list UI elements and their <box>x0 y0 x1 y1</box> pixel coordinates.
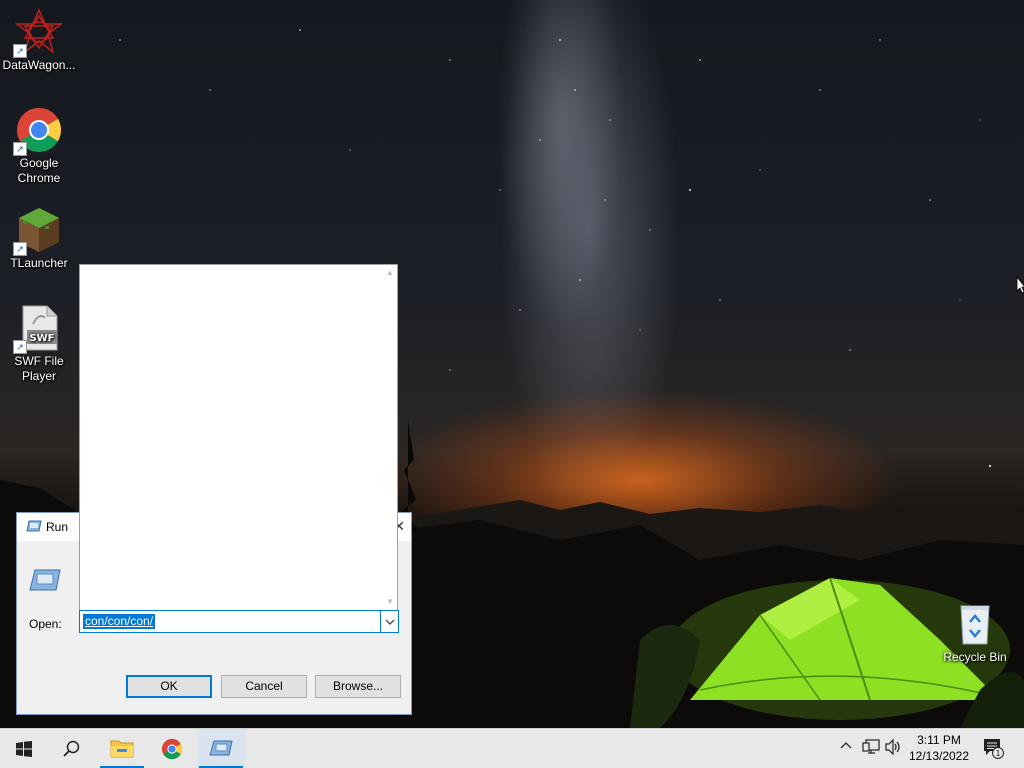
browse-button[interactable]: Browse... <box>315 675 401 698</box>
chevron-down-icon[interactable] <box>380 611 398 632</box>
desktop-icon-swf-file-player[interactable]: SWF ↗ SWF File Player <box>0 304 78 384</box>
shortcut-arrow-icon: ↗ <box>13 340 27 354</box>
chevron-up-icon <box>840 742 852 749</box>
swf-badge-text: SWF <box>29 333 54 344</box>
desktop-icon-label: TLauncher <box>10 256 68 270</box>
search-icon <box>63 740 80 757</box>
volume-icon[interactable] <box>884 738 902 758</box>
desktop-icon-label: Google <box>19 156 59 170</box>
notification-count: 1 <box>995 749 1000 758</box>
desktop-icon-label-line2: Chrome <box>17 171 61 185</box>
taskbar: 3:11 PM 12/13/2022 1 <box>0 728 1024 768</box>
desktop-icon-datawagon[interactable]: ↗ DataWagon... <box>0 8 78 73</box>
desktop-icon-recycle-bin[interactable]: Recycle Bin <box>938 600 1012 665</box>
scroll-up-icon[interactable]: ▲ <box>385 268 395 278</box>
action-center-button[interactable]: 1 <box>982 737 1004 762</box>
run-icon <box>209 740 233 756</box>
start-button[interactable] <box>0 729 48 768</box>
desktop-icon-google-chrome[interactable]: ↗ Google Chrome <box>0 106 78 186</box>
chrome-icon <box>161 738 183 760</box>
clock-date: 12/13/2022 <box>908 749 970 763</box>
tlauncher-icon: ↗ <box>13 206 63 256</box>
taskbar-chrome[interactable] <box>148 729 196 768</box>
open-label: Open: <box>29 617 62 631</box>
dropdown-scrollbar[interactable]: ▲ ▼ <box>383 265 397 610</box>
chrome-icon: ↗ <box>13 106 63 156</box>
desktop-icon-tlauncher[interactable]: ↗ TLauncher <box>0 206 78 271</box>
taskbar-clock[interactable]: 3:11 PM 12/13/2022 <box>902 732 976 764</box>
open-input[interactable]: con/con/con/ <box>83 614 156 629</box>
cancel-button[interactable]: Cancel <box>221 675 307 698</box>
desktop-icon-label-line2: Player <box>21 369 56 383</box>
run-icon <box>26 520 42 537</box>
recycle-bin-icon <box>951 600 999 648</box>
file-explorer-icon <box>110 740 134 758</box>
windows-start-icon <box>16 741 32 757</box>
open-combobox[interactable]: con/con/con/ <box>79 610 399 633</box>
search-button[interactable] <box>48 729 96 768</box>
datawagon-icon: ↗ <box>13 8 64 58</box>
desktop-icon-label: Recycle Bin <box>943 650 1007 664</box>
network-icon[interactable] <box>862 739 880 758</box>
swf-player-icon: SWF ↗ <box>13 304 63 354</box>
desktop-icon-label: DataWagon... <box>2 58 76 72</box>
shortcut-arrow-icon: ↗ <box>13 44 27 58</box>
autocomplete-dropdown[interactable]: ▲ ▼ <box>79 264 398 610</box>
show-hidden-icons-chevron[interactable] <box>840 738 852 753</box>
scroll-down-icon[interactable]: ▼ <box>385 597 395 607</box>
desktop-icon-label: SWF File <box>14 354 64 368</box>
notification-icon: 1 <box>984 739 1004 759</box>
dialog-title: Run <box>46 520 69 534</box>
taskbar-run[interactable] <box>197 729 245 768</box>
clock-time: 3:11 PM <box>917 733 961 747</box>
shortcut-arrow-icon: ↗ <box>13 142 27 156</box>
mouse-pointer-icon <box>1016 275 1024 297</box>
shortcut-arrow-icon: ↗ <box>13 242 27 256</box>
ok-button[interactable]: OK <box>126 675 212 698</box>
run-program-icon <box>29 569 61 594</box>
taskbar-file-explorer[interactable] <box>98 729 146 768</box>
